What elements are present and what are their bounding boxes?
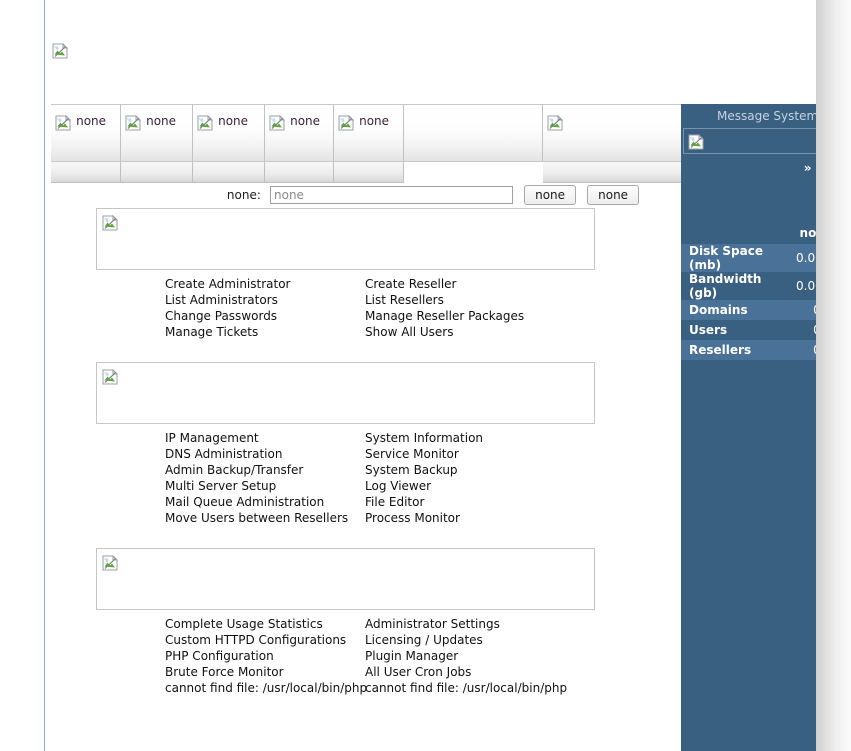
broken-image-icon [52,43,68,59]
broken-image-icon [269,115,285,131]
section-header-icon-0 [102,213,118,232]
section-header-box-2 [96,548,595,610]
tab-label-3: none [290,114,321,128]
broken-image-icon [197,115,213,131]
broken-image-icon [102,369,118,385]
stat-key-disk-space: Disk Space (mb) [681,244,773,272]
link-process-monitor[interactable]: Process Monitor [365,510,551,526]
tab-label-1: none [146,114,177,128]
link-list-administrators[interactable]: List Administrators [165,292,321,308]
tab-icon-3 [269,113,290,132]
chevron-right-icon: » [803,161,812,175]
message-system-title: Message System [717,109,819,123]
section-account-manager: Create Administrator List Administrators… [96,208,595,340]
tab-label-4: none [359,114,390,128]
link-dns-administration[interactable]: DNS Administration [165,446,321,462]
link-brute-force-monitor[interactable]: Brute Force Monitor [165,664,321,680]
message-icon [688,132,704,151]
error-text-php-missing-col2: cannot find file: /usr/local/bin/php [365,681,568,695]
section-1-column-1: IP Management DNS Administration Admin B… [96,430,348,526]
link-create-administrator[interactable]: Create Administrator [165,276,321,292]
link-manage-tickets[interactable]: Manage Tickets [165,324,321,340]
section-0-column-2: Create Reseller List Resellers Manage Re… [321,276,551,340]
section-header-box-0 [96,208,595,270]
link-licensing-updates[interactable]: Licensing / Updates [365,632,551,648]
broken-image-icon [102,555,118,571]
link-log-viewer[interactable]: Log Viewer [365,478,551,494]
tab-item-0[interactable]: none [51,104,121,161]
tab-underline-2 [193,161,265,183]
section-0-column-1: Create Administrator List Administrators… [96,276,321,340]
link-file-editor[interactable]: File Editor [365,494,551,510]
tab-underline-4 [334,161,404,183]
tab-label-2: none [218,114,249,128]
stat-key-users: Users [681,320,773,340]
section-2-column-2: Administrator Settings Licensing / Updat… [321,616,568,696]
broken-image-icon [547,115,563,131]
link-show-all-users[interactable]: Show All Users [365,324,551,340]
stat-key-resellers: Resellers [681,340,773,360]
section-2-column-1: Complete Usage Statistics Custom HTTPD C… [96,616,368,696]
link-mail-queue-administration[interactable]: Mail Queue Administration [165,494,324,510]
tab-spacer [404,104,543,161]
link-custom-httpd-configurations[interactable]: Custom HTTPD Configurations [165,632,346,648]
search-submit-button[interactable]: none [524,184,577,205]
link-admin-backup-transfer[interactable]: Admin Backup/Transfer [165,462,321,478]
tab-item-3[interactable]: none [265,104,334,161]
tab-icon-2 [197,113,218,132]
broken-image-icon [688,134,704,150]
link-plugin-manager[interactable]: Plugin Manager [365,648,551,664]
section-header-icon-1 [102,367,118,386]
search-reset-button[interactable]: none [587,184,640,205]
tab-icon-4 [338,113,359,132]
page-container: none none none none none none: none none… [44,0,851,751]
tab-icon-account [547,113,563,132]
link-create-reseller[interactable]: Create Reseller [365,276,551,292]
link-all-user-cron-jobs[interactable]: All User Cron Jobs [365,664,551,680]
stat-key-bandwidth: Bandwidth (gb) [681,272,773,300]
tab-icon-1 [125,113,146,132]
section-header-icon-2 [102,553,118,572]
section-header-box-1 [96,362,595,424]
logo-area [45,0,816,104]
section-links-2: Complete Usage Statistics Custom HTTPD C… [96,610,595,696]
broken-image-icon [125,115,141,131]
stat-key-domains: Domains [681,300,773,320]
tab-label-0: none [76,114,107,128]
link-service-monitor[interactable]: Service Monitor [365,446,551,462]
tab-item-1[interactable]: none [121,104,193,161]
link-move-users-between-resellers[interactable]: Move Users between Resellers [165,510,348,526]
broken-image-icon [338,115,354,131]
section-links-0: Create Administrator List Administrators… [96,270,595,340]
broken-image-icon [102,215,118,231]
link-list-resellers[interactable]: List Resellers [365,292,551,308]
link-complete-usage-statistics[interactable]: Complete Usage Statistics [165,616,323,632]
link-ip-management[interactable]: IP Management [165,430,321,446]
error-text-php-missing-col1: cannot find file: /usr/local/bin/php [165,681,368,695]
link-system-backup[interactable]: System Backup [365,462,551,478]
link-php-configuration[interactable]: PHP Configuration [165,648,321,664]
search-input[interactable] [270,185,513,204]
link-manage-reseller-packages[interactable]: Manage Reseller Packages [365,308,551,324]
page-right-shadow [816,0,851,751]
section-advanced-features: Complete Usage Statistics Custom HTTPD C… [96,548,595,696]
tab-item-2[interactable]: none [193,104,265,161]
tab-underline-0 [51,161,121,183]
tab-icon-0 [55,113,76,132]
broken-image-icon [55,115,71,131]
link-system-information[interactable]: System Information [365,430,551,446]
section-1-column-2: System Information Service Monitor Syste… [321,430,551,526]
logo-image[interactable] [52,41,68,60]
tab-underline-spacer [404,161,543,183]
search-label: none: [226,188,261,202]
link-administrator-settings[interactable]: Administrator Settings [365,616,551,632]
link-multi-server-setup[interactable]: Multi Server Setup [165,478,321,494]
tab-item-4[interactable]: none [334,104,404,161]
link-change-passwords[interactable]: Change Passwords [165,308,321,324]
tab-underline-1 [121,161,193,183]
section-links-1: IP Management DNS Administration Admin B… [96,424,595,526]
left-gutter [0,0,44,751]
section-system-info: IP Management DNS Administration Admin B… [96,362,595,526]
tab-underline-3 [265,161,334,183]
